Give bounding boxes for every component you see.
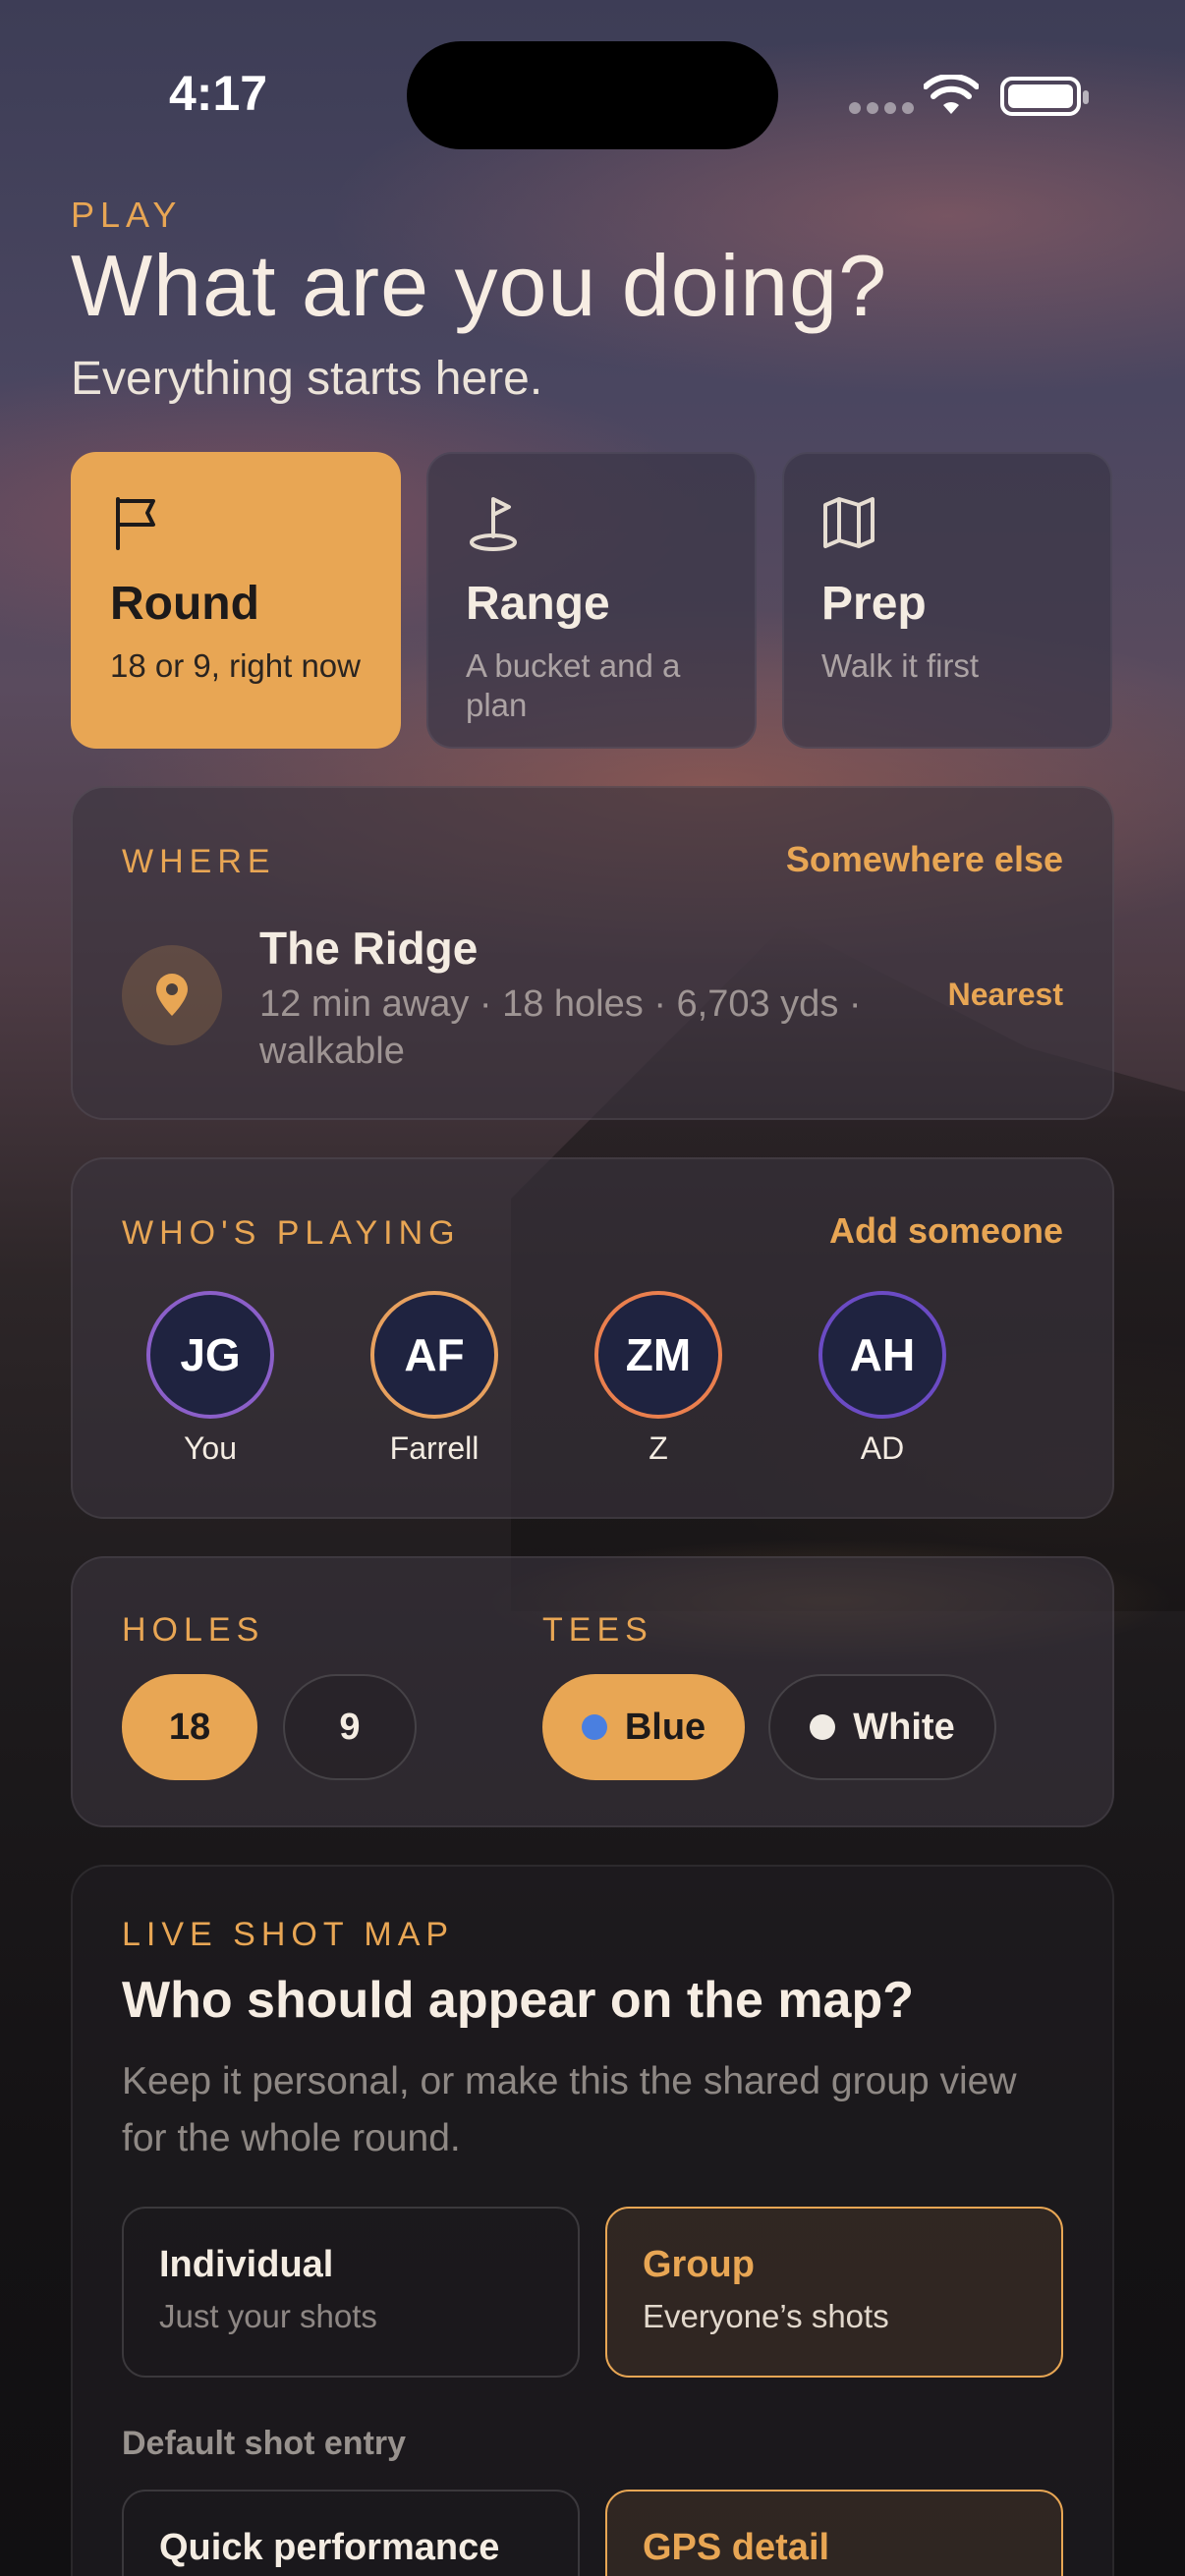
- entry-option-quick[interactable]: Quick performance: [122, 2490, 580, 2576]
- avatar: AF: [370, 1291, 498, 1419]
- page-title: What are you doing?: [71, 237, 888, 334]
- flag-icon: [116, 497, 155, 550]
- mode-card-range[interactable]: Range A bucket and a plan: [426, 452, 757, 749]
- chip-label: Blue: [624, 1706, 706, 1748]
- player-item[interactable]: ZM Z: [590, 1291, 727, 1467]
- status-time: 4:17: [169, 66, 268, 121]
- avatar: ZM: [594, 1291, 722, 1419]
- where-label: WHERE: [122, 843, 276, 880]
- tee-option-white[interactable]: White: [768, 1674, 996, 1780]
- course-meta: 12 min away · 18 holes · 6,703 yds · wal…: [259, 983, 862, 1072]
- map-icon: [823, 497, 875, 548]
- chip-label: 9: [339, 1706, 361, 1748]
- players-label: WHO'S PLAYING: [122, 1214, 461, 1252]
- default-entry-label: Default shot entry: [122, 2425, 407, 2462]
- option-title: Individual: [159, 2244, 334, 2285]
- avatar: AH: [818, 1291, 946, 1419]
- option-title: Group: [643, 2244, 755, 2285]
- shot-map-title: Who should appear on the map?: [122, 1972, 914, 2029]
- map-option-group[interactable]: Group Everyone’s shots: [605, 2207, 1063, 2378]
- player-name: Farrell: [389, 1430, 480, 1466]
- chip-label: 18: [168, 1706, 211, 1748]
- tees-label: TEES: [542, 1611, 653, 1649]
- player-name: AD: [860, 1430, 905, 1466]
- page-subtitle: Everything starts here.: [71, 353, 543, 405]
- page-eyebrow: PLAY: [71, 195, 183, 235]
- shot-map-panel: LIVE SHOT MAP Who should appear on the m…: [71, 1865, 1114, 2576]
- option-subtitle: Everyone’s shots: [643, 2298, 889, 2334]
- pin-flag-icon: [470, 497, 517, 551]
- option-title: Quick performance: [159, 2527, 500, 2568]
- player-name: You: [184, 1430, 237, 1466]
- player-name: Z: [649, 1430, 668, 1466]
- battery-icon: [1000, 77, 1089, 116]
- mode-card-round[interactable]: Round 18 or 9, right now: [71, 452, 401, 749]
- where-panel: WHERE Somewhere else The Ridge 12 min aw…: [71, 786, 1114, 1120]
- mode-card-prep[interactable]: Prep Walk it first: [782, 452, 1112, 749]
- holes-label: HOLES: [122, 1611, 265, 1649]
- holes-option-9[interactable]: 9: [283, 1674, 417, 1780]
- shot-map-label: LIVE SHOT MAP: [122, 1916, 455, 1953]
- holes-tees-panel: HOLES TEES 18 9 Blue White: [71, 1556, 1114, 1827]
- course-name[interactable]: The Ridge: [259, 922, 478, 975]
- entry-option-gps[interactable]: GPS detail: [605, 2490, 1063, 2576]
- player-item[interactable]: AF Farrell: [366, 1291, 503, 1467]
- mode-title: Range: [466, 578, 610, 630]
- avatar: JG: [146, 1291, 274, 1419]
- location-pin-icon: [122, 945, 222, 1045]
- chip-label: White: [853, 1706, 955, 1748]
- mode-subtitle: Walk it first: [821, 647, 980, 684]
- player-item[interactable]: AH AD: [814, 1291, 951, 1467]
- dynamic-island: [407, 41, 778, 149]
- option-subtitle: Just your shots: [159, 2298, 377, 2334]
- somewhere-else-link[interactable]: Somewhere else: [786, 839, 1063, 880]
- add-someone-link[interactable]: Add someone: [829, 1210, 1063, 1252]
- players-panel: WHO'S PLAYING Add someone JG You AF Farr…: [71, 1157, 1114, 1519]
- player-item[interactable]: JG You: [141, 1291, 279, 1467]
- map-option-individual[interactable]: Individual Just your shots: [122, 2207, 580, 2378]
- mode-subtitle: A bucket and a plan: [466, 647, 681, 723]
- option-title: GPS detail: [643, 2527, 830, 2568]
- nearest-badge: Nearest: [947, 977, 1063, 1012]
- holes-option-18[interactable]: 18: [122, 1674, 257, 1780]
- mode-title: Prep: [821, 578, 927, 630]
- tee-color-dot: [810, 1714, 836, 1740]
- shot-map-description: Keep it personal, or make this the share…: [122, 2060, 1017, 2159]
- mode-title: Round: [110, 578, 259, 630]
- tee-color-dot: [581, 1714, 607, 1740]
- wifi-icon: [924, 75, 979, 114]
- tee-option-blue[interactable]: Blue: [542, 1674, 745, 1780]
- cellular-signal-icon: [849, 102, 914, 114]
- mode-subtitle: 18 or 9, right now: [110, 647, 361, 684]
